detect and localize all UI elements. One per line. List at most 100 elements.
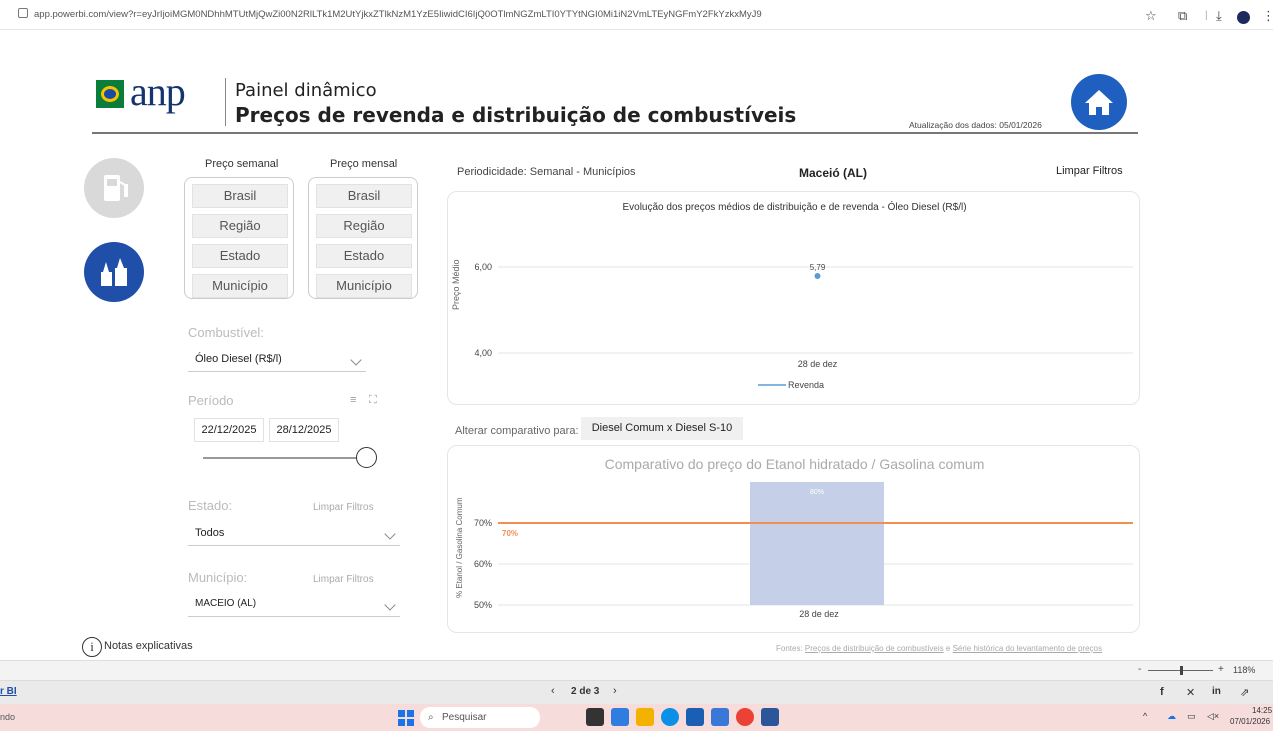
source-link-distribution[interactable]: Preços de distribuição de combustíveis [805, 644, 944, 653]
chart1-x-tick-label: 28 de dez [798, 359, 838, 369]
menu-icon[interactable]: ⋮ [1262, 8, 1273, 24]
taskbar-search[interactable]: ⌕ Pesquisar [420, 707, 540, 728]
source-link-history[interactable]: Série histórica do levantamento de preço… [953, 644, 1102, 653]
monthly-price-label: Preço mensal [330, 158, 398, 170]
period-label: Período [188, 393, 234, 408]
chart2-plot: 80% 70% 70% 60% 50% 28 de dez [474, 482, 1133, 619]
chart2-y-tick-label: 70% [474, 518, 492, 528]
toolbar-divider: | [1205, 10, 1208, 21]
page-title: Preços de revenda e distribuição de comb… [235, 103, 797, 127]
date-start-input[interactable]: 22/12/2025 [194, 418, 264, 442]
browser-url-bar[interactable]: app.powerbi.com/view?r=eyJrIjoiMGM0NDhhM… [0, 0, 1273, 30]
zoom-level: 118% [1233, 665, 1256, 675]
download-icon[interactable]: ⤓ [1216, 8, 1222, 24]
twitter-icon[interactable]: ✕ [1186, 686, 1195, 699]
taskbar-app-edge-icon[interactable] [661, 708, 679, 726]
profile-icon[interactable] [1237, 11, 1250, 24]
fuel-select[interactable]: Óleo Diesel (R$/l) [188, 348, 366, 372]
home-icon [1085, 90, 1113, 115]
chart1-data-point [814, 273, 821, 280]
anp-logo-mark [96, 80, 124, 108]
header-divider [225, 78, 226, 126]
cloud-icon[interactable]: ☁ [1167, 711, 1176, 722]
linkedin-icon[interactable]: in [1212, 686, 1221, 697]
header-rule [92, 132, 1138, 134]
chart2-ylabel: % Etanol / Gasolina Comum [455, 497, 464, 599]
monthly-price-group: Brasil Região Estado Município [308, 177, 418, 299]
url-text-row[interactable]: app.powerbi.com/view?r=eyJrIjoiMGM0NDhhM… [18, 8, 762, 20]
taskbar-left-text: ndo [0, 712, 16, 722]
volume-icon[interactable]: ◁× [1207, 711, 1219, 722]
chart1-ylabel: Preço Médio [451, 259, 461, 310]
monthly-brasil-button[interactable]: Brasil [316, 184, 412, 208]
distribution-icon[interactable] [84, 242, 144, 302]
weekly-municipio-button[interactable]: Município [192, 274, 288, 298]
weekly-price-label: Preço semanal [205, 158, 279, 170]
filter-icon[interactable]: ≡ [350, 394, 356, 406]
star-icon[interactable]: ☆ [1145, 8, 1157, 24]
windows-start-icon[interactable] [398, 710, 414, 726]
next-page-icon[interactable]: › [613, 685, 617, 697]
chart2-bar [750, 482, 884, 605]
clock-date: 07/01/2026 [1230, 717, 1271, 726]
sources-prefix: Fontes: [776, 644, 803, 653]
weekly-estado-button[interactable]: Estado [192, 244, 288, 268]
prev-page-icon[interactable]: ‹ [551, 685, 555, 697]
taskbar-app-explorer-icon[interactable] [636, 708, 654, 726]
chevron-down-icon [350, 354, 362, 366]
taskbar-app-store-icon[interactable] [611, 708, 629, 726]
clock-time: 14:25 [1252, 706, 1273, 715]
state-select[interactable]: Todos [188, 522, 400, 546]
ethanol-comparison-panel: Comparativo do preço do Etanol hidratado… [447, 445, 1140, 633]
chevron-down-icon [384, 528, 396, 540]
taskbar-app-terminal-icon[interactable] [586, 708, 604, 726]
chart1-plot: 6,00 4,00 28 de dez 5,79 Revenda [474, 262, 1133, 390]
taskbar-app-word-icon[interactable] [761, 708, 779, 726]
powerbi-zoom-bar: - + 118% [0, 660, 1273, 680]
location-label: Maceió (AL) [799, 166, 868, 180]
chart2-bar-label: 80% [810, 489, 824, 496]
extension-icon[interactable]: ⧉ [1178, 8, 1187, 24]
period-slider-track[interactable] [203, 457, 366, 459]
expand-icon[interactable]: ⛶ [369, 394, 377, 407]
date-end-input[interactable]: 28/12/2025 [269, 418, 339, 442]
monthly-municipio-button[interactable]: Município [316, 274, 412, 298]
city-clear-filters[interactable]: Limpar Filtros [313, 574, 374, 585]
powerbi-brand-link[interactable]: r BI [0, 686, 17, 697]
taskbar-app-outlook-icon[interactable] [711, 708, 729, 726]
chart2-y-tick-label: 50% [474, 600, 492, 610]
monthly-regiao-button[interactable]: Região [316, 214, 412, 238]
price-evolution-panel: Evolução dos preços médios de distribuiç… [447, 191, 1140, 405]
zoom-slider-handle[interactable] [1180, 666, 1183, 675]
city-label: Município: [188, 570, 248, 585]
notes-link[interactable]: Notas explicativas [104, 640, 193, 652]
clear-filters-button[interactable]: Limpar Filtros [1056, 165, 1123, 177]
chart2-x-tick-label: 28 de dez [799, 609, 839, 619]
zoom-in-icon[interactable]: + [1218, 664, 1224, 675]
state-clear-filters[interactable]: Limpar Filtros [313, 502, 374, 513]
chevron-down-icon [384, 599, 396, 611]
powerbi-footer: r BI ‹ 2 de 3 › f ✕ in ⇗ [0, 680, 1273, 704]
chevron-up-icon[interactable]: ^ [1143, 711, 1147, 721]
taskbar-app-calculator-icon[interactable] [686, 708, 704, 726]
weekly-regiao-button[interactable]: Região [192, 214, 288, 238]
url-text[interactable]: app.powerbi.com/view?r=eyJrIjoiMGM0NDhhM… [34, 9, 762, 20]
zoom-out-icon[interactable]: - [1138, 664, 1141, 675]
monthly-estado-button[interactable]: Estado [316, 244, 412, 268]
taskbar-app-chrome-icon[interactable] [736, 708, 754, 726]
search-icon: ⌕ [428, 712, 434, 723]
share-icon[interactable]: ⇗ [1240, 686, 1249, 699]
period-slider-handle[interactable] [356, 447, 377, 468]
weekly-brasil-button[interactable]: Brasil [192, 184, 288, 208]
state-select-value: Todos [195, 527, 225, 539]
city-select[interactable]: MACEIO (AL) [188, 593, 400, 617]
comparison-button[interactable]: Diesel Comum x Diesel S-10 [581, 417, 743, 440]
fuel-pump-icon[interactable] [84, 158, 144, 218]
info-icon[interactable]: i [82, 637, 102, 657]
network-icon[interactable]: ▭ [1187, 711, 1196, 722]
site-info-icon[interactable] [18, 8, 28, 18]
chart1-legend-label: Revenda [788, 380, 824, 390]
home-button[interactable] [1071, 74, 1127, 130]
facebook-icon[interactable]: f [1160, 686, 1164, 698]
fuel-label: Combustível: [188, 325, 264, 340]
